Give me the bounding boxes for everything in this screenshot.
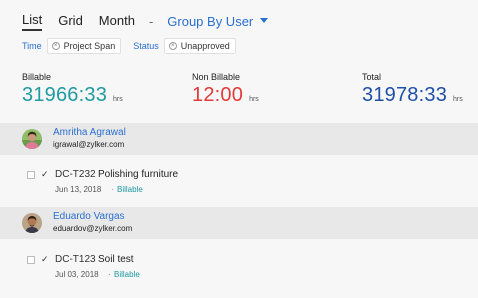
stat-unit: hrs — [113, 96, 123, 103]
user-group-header[interactable]: Eduardo Vargas eduardov@zylker.com — [0, 207, 478, 239]
avatar — [22, 213, 42, 233]
group-by-dropdown[interactable]: Group By User — [167, 13, 269, 29]
user-name[interactable]: Eduardo Vargas — [53, 211, 125, 222]
tab-grid[interactable]: Grid — [58, 13, 83, 29]
user-name[interactable]: Amritha Agrawal — [53, 127, 126, 138]
stat-unit: hrs — [249, 96, 259, 103]
stat-label: Total — [362, 72, 382, 82]
filter-label-time: Time — [22, 41, 42, 51]
remove-filter-icon[interactable]: × — [51, 42, 60, 50]
user-group-header[interactable]: Amritha Agrawal igrawal@zylker.com — [0, 123, 478, 155]
filter-bar: Time × Project Span Status × Unapproved — [22, 38, 248, 54]
tabs-separator: - — [148, 13, 154, 29]
stat-non-billable: Non Billable 12:00 hrs — [192, 72, 259, 107]
task-date: Jun 13, 2018 — [55, 185, 102, 194]
view-tabs: List Grid Month - Group By User — [22, 12, 269, 31]
tab-month[interactable]: Month — [99, 13, 135, 29]
stat-label: Billable — [22, 72, 52, 82]
group-by-label: Group By User — [167, 13, 254, 29]
task-id: DC-T232 — [55, 169, 96, 180]
filter-chip-status[interactable]: × Unapproved — [163, 38, 236, 54]
task-name[interactable]: Polishing furniture — [98, 169, 178, 180]
stat-value: 31978:33 — [362, 84, 448, 106]
tab-list[interactable]: List — [22, 12, 43, 31]
stat-value: 12:00 — [192, 84, 244, 106]
stat-billable: Billable 31966:33 hrs — [22, 72, 123, 107]
stat-value: 31966:33 — [22, 84, 108, 106]
task-name[interactable]: Soil test — [98, 254, 134, 265]
billing-status: Billable — [117, 185, 143, 194]
filter-chip-label: Unapproved — [180, 41, 230, 51]
dot-separator: · — [108, 270, 111, 279]
dot-separator: · — [111, 185, 114, 194]
user-email: igrawal@zylker.com — [53, 140, 125, 149]
filter-chip-label: Project Span — [63, 41, 116, 51]
billing-status: Billable — [114, 270, 140, 279]
caret-down-icon — [260, 17, 269, 23]
remove-filter-icon[interactable]: × — [168, 42, 177, 50]
user-email: eduardov@zylker.com — [53, 224, 133, 233]
stat-unit: hrs — [453, 96, 463, 103]
avatar — [22, 129, 42, 149]
row-checkbox[interactable] — [27, 256, 35, 264]
stat-total: Total 31978:33 hrs — [362, 72, 463, 107]
task-id: DC-T123 — [55, 254, 96, 265]
filter-label-status: Status — [133, 41, 159, 51]
check-icon: ✓ — [41, 169, 49, 179]
check-icon: ✓ — [41, 254, 49, 264]
filter-chip-time[interactable]: × Project Span — [46, 38, 122, 54]
task-date: Jul 03, 2018 — [55, 270, 99, 279]
stat-label: Non Billable — [192, 72, 241, 82]
row-checkbox[interactable] — [27, 171, 35, 179]
